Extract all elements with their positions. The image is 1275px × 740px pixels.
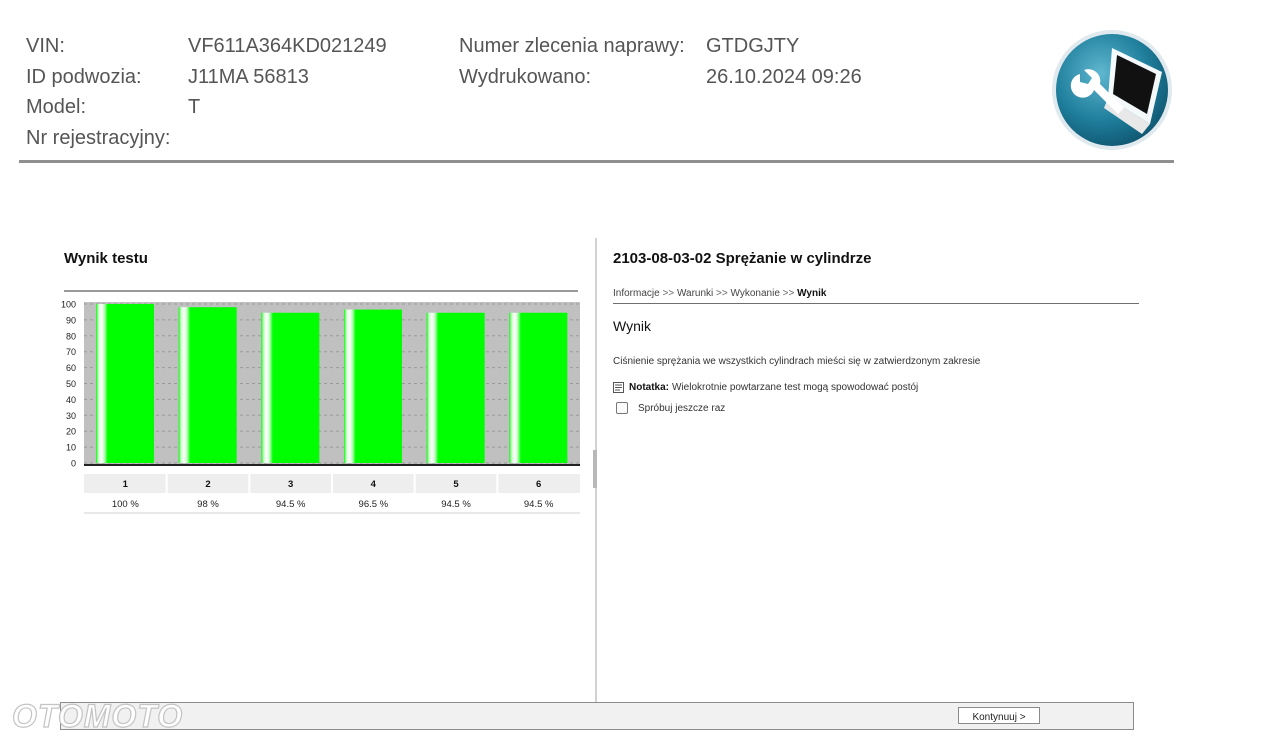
bar-cylinder-1 (96, 304, 154, 463)
breadcrumb-item-wykonanie[interactable]: Wykonanie (731, 288, 780, 299)
y-tick-label: 30 (66, 411, 76, 421)
continue-button[interactable]: Kontynuuj > (958, 707, 1040, 724)
procedure-title: 2103-08-03-02 Sprężanie w cylindrze (613, 250, 872, 267)
breadcrumb-item-wynik: Wynik (797, 288, 827, 299)
note-label: Notatka: (629, 382, 670, 393)
bar-cylinder-3 (261, 312, 320, 463)
value-label-5: 94.5 % (441, 499, 471, 510)
registration-label: Nr rejestracyjny: (26, 127, 171, 149)
section-title: Wynik (613, 318, 651, 334)
category-label-2: 2 (205, 479, 210, 490)
y-tick-label: 10 (66, 443, 76, 453)
breadcrumb-item-informacje[interactable]: Informacje (613, 288, 660, 299)
value-label-1: 100 % (112, 499, 139, 510)
y-tick-label: 90 (66, 315, 76, 325)
y-tick-label: 40 (66, 395, 76, 405)
y-tick-label: 50 (66, 379, 76, 389)
repair-order-label: Numer zlecenia naprawy: (459, 35, 685, 57)
chassis-id-label: ID podwozia: (26, 66, 142, 88)
value-label-4: 96.5 % (359, 499, 389, 510)
model-value: T (188, 96, 201, 118)
test-result-title: Wynik testu (64, 250, 148, 267)
breadcrumb-separator: >> (782, 288, 795, 299)
value-label-6: 94.5 % (524, 499, 554, 510)
chassis-id-value: J11MA 56813 (188, 66, 309, 88)
repair-order-value: GTDGJTY (706, 35, 800, 57)
breadcrumb-item-warunki[interactable]: Warunki (677, 288, 713, 299)
printed-value: 26.10.2024 09:26 (706, 66, 862, 88)
value-label-2: 98 % (197, 499, 219, 510)
note: Notatka: Wielokrotnie powtarzane test mo… (613, 382, 918, 393)
breadcrumb-rule (613, 303, 1139, 304)
retry-checkbox[interactable] (616, 402, 628, 414)
category-label-1: 1 (123, 479, 129, 490)
value-labels: 100 % 98 % 94.5 % 96.5 % 94.5 % 94.5 % (112, 499, 554, 510)
category-label-3: 3 (288, 479, 293, 490)
compression-bar-chart: 0 10 20 30 40 50 60 70 80 90 100 1 2 3 4 5 6 100 % 98 % 9… (61, 300, 580, 514)
header-divider (19, 160, 1174, 163)
watermark-logo: OTOMOTO (11, 697, 184, 734)
bar-cylinder-5 (426, 312, 485, 463)
breadcrumb: Informacje >> Warunki >> Wykonanie >> Wy… (613, 288, 826, 299)
note-text: Wielokrotnie powtarzane test mogą spowod… (672, 382, 919, 393)
y-tick-label: 70 (66, 347, 76, 357)
retry-label[interactable]: Spróbuj jeszcze raz (638, 403, 725, 414)
category-label-5: 5 (453, 479, 459, 490)
y-tick-label: 80 (66, 331, 76, 341)
panel-resize-handle[interactable] (593, 450, 597, 488)
breadcrumb-separator: >> (662, 288, 675, 299)
printed-label: Wydrukowano: (459, 66, 592, 88)
result-message: Ciśnienie sprężania we wszystkich cylind… (613, 356, 981, 367)
model-label: Model: (26, 96, 87, 118)
wrench-laptop-logo-icon (1052, 30, 1172, 150)
bar-cylinder-2 (178, 307, 237, 463)
category-label-4: 4 (371, 479, 377, 490)
value-label-3: 94.5 % (276, 499, 306, 510)
y-axis-ticks: 0 10 20 30 40 50 60 70 80 90 100 (61, 300, 76, 469)
category-label-6: 6 (536, 479, 541, 490)
retry-option[interactable]: Spróbuj jeszcze raz (616, 402, 725, 414)
y-tick-label: 100 (61, 300, 76, 310)
bar-cylinder-6 (509, 312, 568, 463)
y-tick-label: 20 (66, 427, 76, 437)
vin-value: VF611A364KD021249 (188, 35, 387, 57)
chart-top-rule (64, 290, 578, 292)
bar-cylinder-4 (344, 309, 402, 463)
y-tick-label: 0 (71, 459, 76, 469)
note-icon (613, 382, 624, 393)
breadcrumb-separator: >> (716, 288, 728, 299)
vin-label: VIN: (26, 35, 65, 57)
y-tick-label: 60 (66, 363, 76, 373)
